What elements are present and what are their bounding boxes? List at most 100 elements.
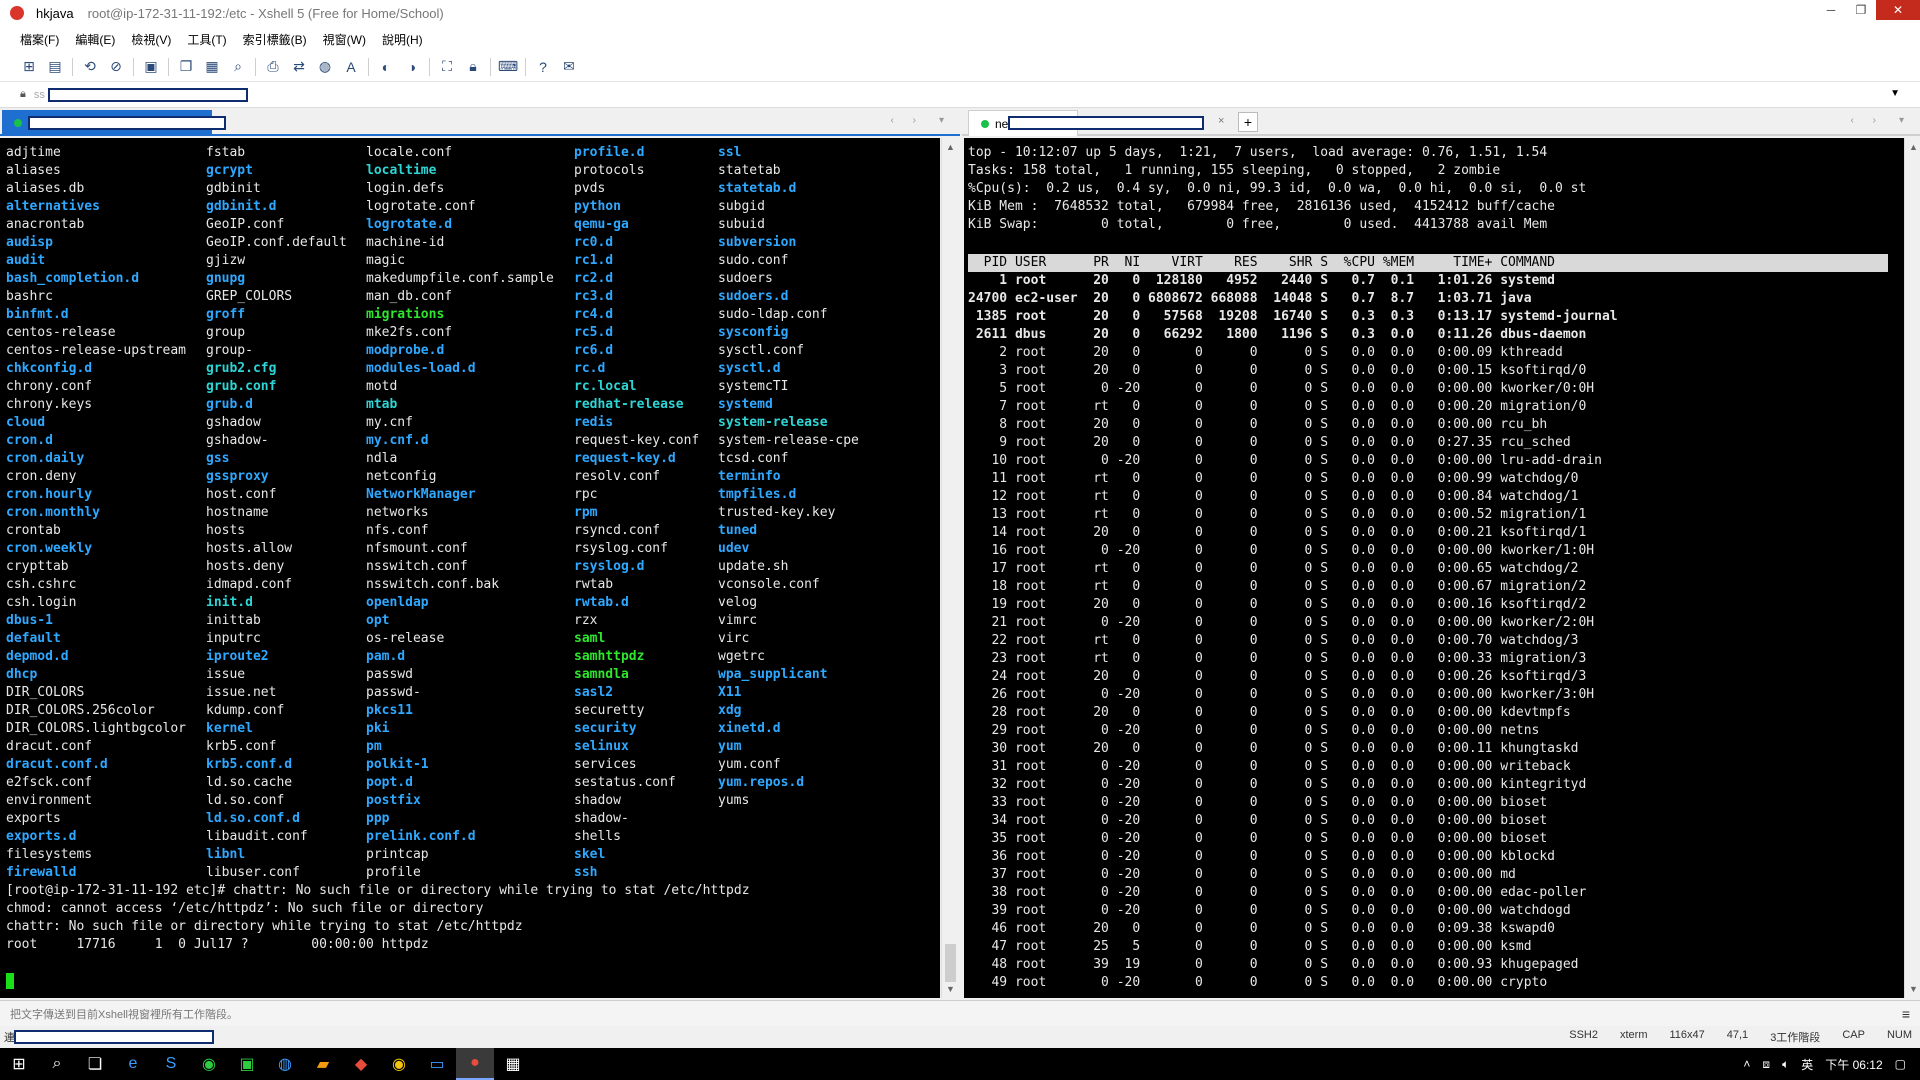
tab-menu-icon[interactable]: ▾ [939, 115, 952, 126]
edge-browser-icon[interactable]: e [114, 1048, 152, 1080]
network-icon[interactable]: ⧈ [1762, 1057, 1770, 1072]
send-text-input[interactable]: 把文字傳送到目前Xshell視窗裡所有工作階段。 [10, 1006, 238, 1022]
globe-icon[interactable]: ◍ [312, 56, 338, 78]
file-entry: rsyslog.conf [574, 541, 668, 556]
send-bar-menu-icon[interactable]: ≡ [1902, 1006, 1910, 1022]
scroll-down-icon[interactable]: ▼ [1909, 984, 1918, 994]
menu-view[interactable]: 檢視(V) [131, 31, 171, 48]
menu-tools[interactable]: 工具(T) [187, 31, 226, 48]
file-entry: csh.login [6, 595, 77, 610]
left-terminal[interactable]: adjtime aliases aliases.db alternatives anac… [0, 138, 940, 998]
file-entry: rc.d [574, 361, 606, 376]
send-text-bar[interactable]: 把文字傳送到目前Xshell視窗裡所有工作階段。 ≡ [0, 1000, 1920, 1026]
file-entry: sysctl.d [718, 361, 781, 376]
disconnect-icon[interactable]: ⊘ [103, 56, 129, 78]
print-icon[interactable]: ⎙ [260, 56, 286, 78]
menu-help[interactable]: 說明(H) [382, 31, 423, 48]
skype-icon[interactable]: S [152, 1048, 190, 1080]
volume-icon[interactable]: 🔈︎ [1782, 1057, 1789, 1072]
file-entry: sestatus.conf [574, 775, 676, 790]
toolbar-divider [133, 57, 134, 76]
file-entry: hostname [206, 505, 269, 520]
scroll-down-icon[interactable]: ▼ [946, 984, 955, 994]
reconnect-icon[interactable]: ⟲ [77, 56, 103, 78]
properties-icon[interactable]: ▣ [138, 56, 164, 78]
app-icon[interactable]: ◆ [342, 1048, 380, 1080]
minimize-button[interactable]: ─ [1816, 0, 1846, 20]
help-icon[interactable]: ? [530, 56, 556, 78]
file-entry: makedumpfile.conf.sample [366, 271, 554, 286]
file-entry: modules-load.d [366, 361, 476, 376]
file-entry: libuser.conf [206, 865, 300, 880]
file-entry: polkit-1 [366, 757, 429, 772]
process-row: 3 root 20 0 0 0 0 S 0.0 0.0 0:00.15 ksof… [968, 363, 1587, 378]
right-terminal[interactable]: top - 10:12:07 up 5 days, 1:21, 7 users,… [964, 138, 1904, 998]
menu-edit[interactable]: 編輯(E) [75, 31, 115, 48]
tray-up-arrow-icon[interactable]: ˄ [1743, 1057, 1750, 1071]
file-entry: grub.conf [206, 379, 277, 394]
close-button[interactable]: ✕ [1876, 0, 1920, 20]
tab-menu-icon[interactable]: ▾ [1899, 115, 1912, 126]
file-entry: netconfig [366, 469, 437, 484]
tab-scroll-arrows[interactable]: ‹ › [891, 115, 924, 126]
menu-window[interactable]: 視窗(W) [323, 31, 366, 48]
scroll-thumb[interactable] [945, 944, 956, 982]
copy-icon[interactable]: ❐ [173, 56, 199, 78]
file-entry: systemd [718, 397, 773, 412]
lock-icon[interactable]: 🔒︎ [460, 56, 486, 78]
open-folder-icon[interactable]: ▤ [42, 56, 68, 78]
file-entry: groff [206, 307, 246, 322]
keyboard-icon[interactable]: ⌨ [495, 56, 521, 78]
line-icon[interactable]: ▣ [228, 1048, 266, 1080]
sublime-icon[interactable]: ▰ [304, 1048, 342, 1080]
scroll-up-icon[interactable]: ▲ [946, 142, 955, 152]
file-entry: xdg [718, 703, 742, 718]
file-entry: chkconfig.d [6, 361, 93, 376]
scroll-up-icon[interactable]: ▲ [1909, 142, 1918, 152]
left-terminal-scrollbar[interactable]: ▲ ▼ [941, 138, 959, 998]
fullscreen-icon[interactable]: ⛶ [434, 56, 460, 78]
right-terminal-scrollbar[interactable]: ▲ ▼ [1904, 138, 1920, 998]
redacted-box [14, 1030, 214, 1044]
process-row: 2 root 20 0 0 0 0 S 0.0 0.0 0:00.09 kthr… [968, 345, 1563, 360]
font-icon[interactable]: A [338, 56, 364, 78]
paste-icon[interactable]: ▦ [199, 56, 225, 78]
tab-close-icon[interactable]: × [1218, 115, 1224, 127]
start-button-icon[interactable]: ⊞ [0, 1048, 38, 1080]
transfer-icon[interactable]: ⇄ [286, 56, 312, 78]
ime-indicator[interactable]: 英 [1801, 1056, 1813, 1073]
chat-icon[interactable]: ✉ [556, 56, 582, 78]
maximize-button[interactable]: ❐ [1846, 0, 1876, 20]
tab-scroll-arrows[interactable]: ‹ › [1851, 115, 1884, 126]
xftp-icon[interactable]: ◐ [373, 56, 399, 78]
top-summary-line: %Cpu(s): 0.2 us, 0.4 sy, 0.0 ni, 99.3 id… [968, 181, 1587, 196]
calculator-icon[interactable]: ▦ [494, 1048, 532, 1080]
menu-tabs[interactable]: 索引標籤(B) [243, 31, 307, 48]
task-view-icon[interactable]: ❏ [76, 1048, 114, 1080]
file-entry: DIR_COLORS.lightbgcolor [6, 721, 187, 736]
menu-file[interactable]: 檔案(F) [20, 31, 59, 48]
xmanager-icon[interactable]: ◑ [399, 56, 425, 78]
file-entry: ppp [366, 811, 390, 826]
add-tab-button[interactable]: + [1238, 112, 1258, 132]
process-row: 16 root 0 -20 0 0 0 S 0.0 0.0 0:00.00 kw… [968, 543, 1595, 558]
find-icon[interactable]: ⌕ [225, 56, 251, 78]
xshell-taskbar-icon[interactable]: ● [456, 1048, 494, 1080]
search-icon[interactable]: ⌕ [38, 1048, 76, 1080]
terminal-cursor [6, 973, 14, 989]
chrome-icon[interactable]: ◉ [380, 1048, 418, 1080]
notifications-icon[interactable]: ▢ [1895, 1057, 1906, 1071]
clock[interactable]: 下午 06:12 [1825, 1056, 1882, 1073]
remote-desktop-icon[interactable]: ▭ [418, 1048, 456, 1080]
address-dropdown-icon[interactable]: ▼ [1890, 88, 1900, 99]
status-protocol: SSH2 [1569, 1029, 1598, 1041]
top-summary-line: KiB Mem : 7648532 total, 679984 free, 28… [968, 199, 1555, 214]
wechat-icon[interactable]: ◉ [190, 1048, 228, 1080]
browser-icon[interactable]: ◍ [266, 1048, 304, 1080]
address-input[interactable]: ss [34, 89, 45, 101]
file-entry: sudoers [718, 271, 773, 286]
file-entry: ld.so.conf [206, 793, 285, 808]
file-entry: rc0.d [574, 235, 614, 250]
new-session-icon[interactable]: ⊞ [16, 56, 42, 78]
process-row: 8 root 20 0 0 0 0 S 0.0 0.0 0:00.00 rcu_… [968, 417, 1548, 432]
